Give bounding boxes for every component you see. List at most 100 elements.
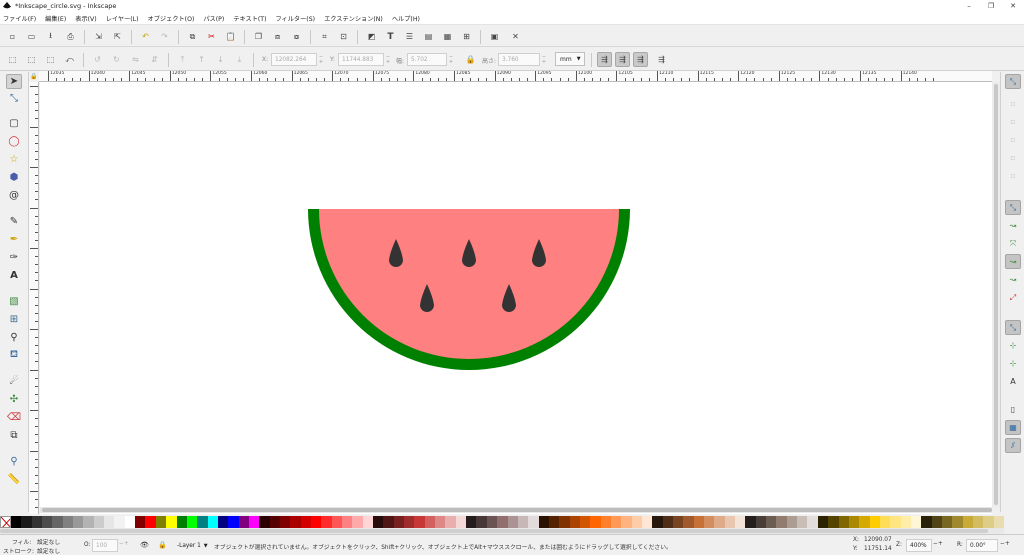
- star-tool-icon[interactable]: ☆: [6, 152, 22, 167]
- palette-swatch[interactable]: [579, 516, 591, 528]
- palette-swatch[interactable]: [186, 516, 198, 528]
- palette-swatch[interactable]: [724, 516, 736, 528]
- raise-icon[interactable]: ↑: [195, 53, 208, 66]
- layer-select[interactable]: -Layer 1 ▼: [174, 539, 212, 552]
- y-field[interactable]: 11744.883: [338, 53, 384, 66]
- undo-icon[interactable]: ↶: [139, 30, 152, 43]
- palette-swatch[interactable]: [786, 516, 798, 528]
- palette-swatch[interactable]: [197, 516, 208, 528]
- unit-select[interactable]: mm ▼: [555, 52, 585, 66]
- palette-swatch[interactable]: [455, 516, 467, 528]
- palette-swatch[interactable]: [879, 516, 891, 528]
- palette-swatch[interactable]: [569, 516, 580, 528]
- palette-swatch[interactable]: [621, 516, 632, 528]
- palette-swatch[interactable]: [352, 516, 363, 528]
- snap-bbox-center-icon[interactable]: ▫: [1005, 168, 1021, 183]
- palette-swatch[interactable]: [714, 516, 725, 528]
- mesh-tool-icon[interactable]: ⊞: [6, 312, 22, 327]
- menu-help[interactable]: ヘルプ(H): [392, 14, 420, 23]
- palette-swatch[interactable]: [652, 516, 663, 528]
- xml-editor-icon[interactable]: ▤: [422, 30, 435, 43]
- palette-swatch[interactable]: [42, 516, 53, 528]
- rotate-90-ccw-icon[interactable]: ↺: [91, 53, 104, 66]
- snap-bbox-icon[interactable]: ▫: [1005, 96, 1021, 111]
- selector-tool-icon[interactable]: ➤: [6, 74, 22, 89]
- rotation-stepper[interactable]: −+: [1000, 541, 1010, 547]
- palette-swatch[interactable]: [683, 516, 694, 528]
- palette-swatch[interactable]: [590, 516, 601, 528]
- select-all-layers-icon[interactable]: ⬚: [25, 53, 38, 66]
- snap-path-icon[interactable]: ↝: [1005, 218, 1021, 233]
- palette-swatch[interactable]: [869, 516, 880, 528]
- text-tool-icon[interactable]: A: [6, 268, 22, 283]
- no-paint-swatch[interactable]: [0, 516, 11, 528]
- vertical-ruler[interactable]: [29, 82, 39, 514]
- snap-text-baseline-icon[interactable]: A: [1005, 374, 1021, 389]
- palette-swatch[interactable]: [631, 516, 642, 528]
- print-icon[interactable]: ⎙: [64, 30, 77, 43]
- palette-swatch[interactable]: [755, 516, 767, 528]
- h-field[interactable]: 3.760: [498, 53, 540, 66]
- palette-swatch[interactable]: [807, 516, 818, 528]
- measure-tool-icon[interactable]: 📏: [6, 472, 22, 487]
- palette-swatch[interactable]: [548, 516, 560, 528]
- copy-icon[interactable]: ⧉: [186, 30, 199, 43]
- flip-horizontal-icon[interactable]: ⇋: [129, 53, 142, 66]
- opacity-stepper[interactable]: −+: [119, 541, 129, 547]
- palette-swatch[interactable]: [93, 516, 105, 528]
- paint-bucket-tool-icon[interactable]: ⛾: [6, 348, 22, 363]
- import-icon[interactable]: ⇲: [92, 30, 105, 43]
- palette-swatch[interactable]: [300, 516, 311, 528]
- fill-value[interactable]: 設定なし: [37, 537, 60, 546]
- stroke-value[interactable]: 設定なし: [37, 546, 60, 555]
- palette-swatch[interactable]: [124, 516, 136, 528]
- y-stepper[interactable]: − +: [384, 53, 392, 66]
- palette-swatch[interactable]: [600, 516, 611, 528]
- palette-swatch[interactable]: [228, 516, 239, 528]
- x-field[interactable]: 12082.264: [271, 53, 317, 66]
- palette-swatch[interactable]: [797, 516, 808, 528]
- w-field[interactable]: 5.702: [407, 53, 447, 66]
- rotate-ccw-icon[interactable]: ⤺: [63, 53, 76, 66]
- palette-swatch[interactable]: [941, 516, 953, 528]
- palette-swatch[interactable]: [735, 516, 746, 528]
- palette-swatch[interactable]: [476, 516, 487, 528]
- palette-swatch[interactable]: [383, 516, 394, 528]
- palette-swatch[interactable]: [83, 516, 94, 528]
- palette-swatch[interactable]: [662, 516, 673, 528]
- rotation-field[interactable]: 0.00°: [966, 539, 998, 552]
- snap-cusp-nodes-icon[interactable]: ↝: [1005, 254, 1021, 269]
- document-properties-icon[interactable]: ▣: [488, 30, 501, 43]
- snap-object-center-icon[interactable]: ⊹: [1005, 338, 1021, 353]
- cut-icon[interactable]: ✂: [205, 30, 218, 43]
- watermelon-flesh[interactable]: [319, 209, 619, 359]
- new-document-icon[interactable]: ▫: [6, 30, 19, 43]
- horizontal-scrollbar[interactable]: [40, 507, 992, 513]
- palette-swatch[interactable]: [331, 516, 342, 528]
- vertical-scrollbar[interactable]: [992, 82, 1000, 507]
- deselect-icon[interactable]: ⬚: [44, 53, 57, 66]
- palette-swatch[interactable]: [11, 516, 22, 528]
- menu-file[interactable]: ファイル(F): [3, 14, 36, 23]
- palette-swatch[interactable]: [921, 516, 932, 528]
- export-icon[interactable]: ⇱: [111, 30, 124, 43]
- palette-swatch[interactable]: [517, 516, 529, 528]
- snap-rotation-center-icon[interactable]: ⊹: [1005, 356, 1021, 371]
- palette-swatch[interactable]: [321, 516, 332, 528]
- palette-swatch[interactable]: [538, 516, 549, 528]
- zoom-tool-icon[interactable]: ⚲: [6, 454, 22, 469]
- palette-swatch[interactable]: [73, 516, 84, 528]
- palette-swatch[interactable]: [776, 516, 787, 528]
- align-distribute-icon[interactable]: ⊞: [460, 30, 473, 43]
- palette-swatch[interactable]: [104, 516, 115, 528]
- menu-view[interactable]: 表示(V): [75, 14, 96, 23]
- select-all-icon[interactable]: ⬚: [6, 53, 19, 66]
- connector-tool-icon[interactable]: ⧉: [6, 428, 22, 443]
- preferences-icon[interactable]: ✕: [509, 30, 522, 43]
- objects-icon[interactable]: ▦: [441, 30, 454, 43]
- palette-swatch[interactable]: [993, 516, 1004, 528]
- palette-swatch[interactable]: [817, 516, 829, 528]
- snap-bbox-midpoint-icon[interactable]: ▫: [1005, 150, 1021, 165]
- ellipse-tool-icon[interactable]: ◯: [6, 134, 22, 149]
- palette-swatch[interactable]: [497, 516, 508, 528]
